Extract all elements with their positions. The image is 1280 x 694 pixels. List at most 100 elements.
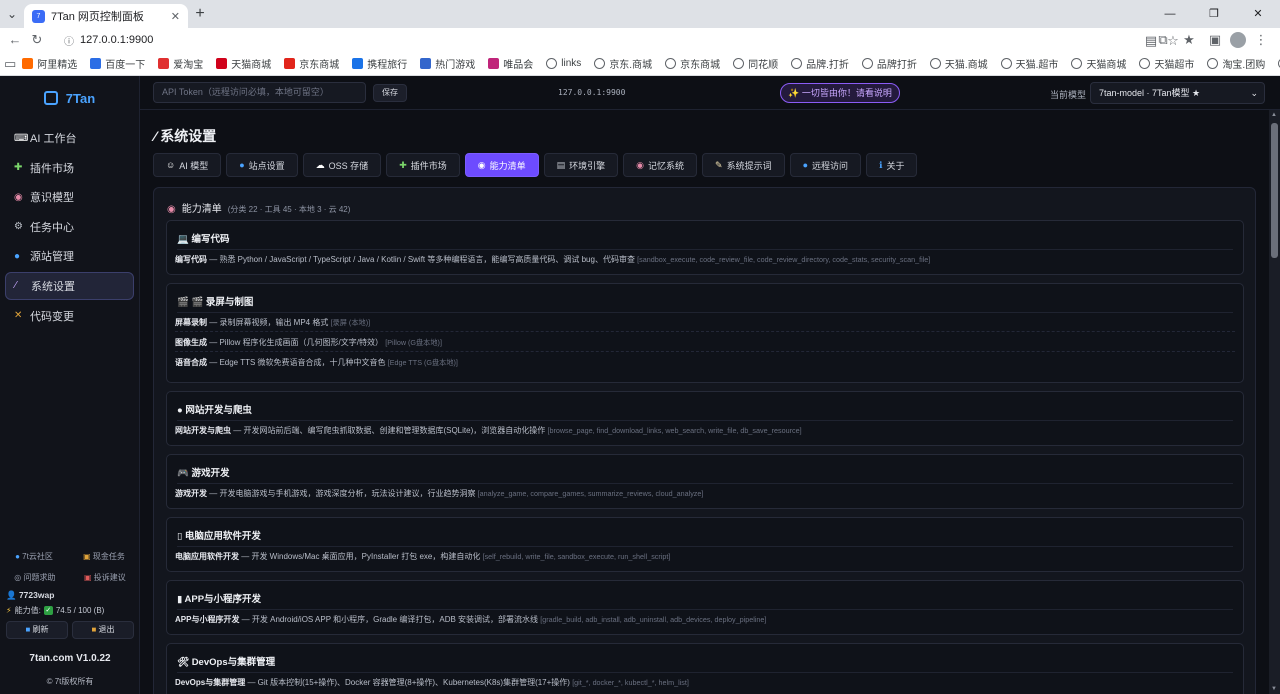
page-title: ⁄ 系统设置 — [154, 128, 217, 144]
tab-icon: ℹ — [879, 159, 883, 170]
scroll-down-icon[interactable]: ▼ — [1271, 686, 1277, 692]
category-title: ▯ 电脑应用软件开发 — [177, 531, 261, 542]
scrollbar[interactable]: ▲ ▼ — [1269, 110, 1280, 694]
bookmark-item[interactable]: 京东商城 — [665, 56, 720, 71]
sidebar-item-1[interactable]: ✚ 插件市场 — [5, 154, 134, 182]
category-divider — [177, 609, 1233, 610]
bookmark-item[interactable]: 同花顺 — [733, 56, 778, 71]
bookmark-item[interactable]: 天猫.超市 — [1000, 56, 1058, 71]
browser-tab[interactable]: 7 7Tan 网页控制面板 ✕ — [24, 4, 188, 28]
tab-label: OSS 存储 — [328, 160, 369, 171]
sidebar-item-3[interactable]: ⚙ 任务中心 — [5, 213, 134, 241]
sidebar-item-label: AI 工作台 — [30, 133, 77, 145]
bookmark-item[interactable]: 百度一下 — [90, 56, 145, 71]
bookmark-label: 淘宝.团购 — [1222, 60, 1266, 71]
tab-search-icon[interactable]: ⌄ — [2, 5, 22, 23]
scroll-up-icon[interactable]: ▲ — [1271, 112, 1277, 118]
scroll-thumb[interactable] — [1271, 123, 1278, 258]
bookmark-label: 爱淘宝 — [173, 60, 204, 71]
bookmark-item[interactable]: 爱淘宝 — [158, 56, 203, 71]
reload-icon[interactable]: ↻ — [26, 29, 48, 51]
bookmark-icon — [1207, 58, 1219, 69]
tab-1[interactable]: ● 站点设置 — [226, 153, 298, 177]
sidebar-item-label: 意识模型 — [30, 192, 74, 205]
tab-6[interactable]: ◉ 记忆系统 — [623, 153, 698, 177]
feedback-link[interactable]: ▣ 投诉建议 — [84, 572, 126, 583]
capability-category: ● 网站开发与爬虫 网站开发与爬虫 — 开发网站前后端、编写爬虫抓取数据、创建和管… — [166, 391, 1244, 446]
tab-label: 插件市场 — [410, 160, 447, 171]
collections-icon[interactable]: ▣ — [1204, 29, 1226, 51]
close-window-icon[interactable]: ✕ — [1236, 0, 1280, 28]
category-title: ▮ APP与小程序开发 — [177, 594, 262, 605]
profile-avatar[interactable] — [1230, 32, 1246, 48]
minimize-icon[interactable]: — — [1148, 0, 1192, 28]
bookmark-item[interactable]: 京东商城 — [284, 56, 339, 71]
sidebar-item-4[interactable]: ● 源站管理 — [5, 242, 134, 270]
tab-7[interactable]: ✎ 系统提示词 — [702, 153, 785, 177]
bookmark-item[interactable]: 天猫商城 — [1071, 56, 1126, 71]
tab-3[interactable]: ✚ 插件市场 — [386, 153, 460, 177]
bookmark-item[interactable]: 天猫超市 — [1139, 56, 1194, 71]
category-title: 🎬 🎬 录屏与制图 — [177, 297, 254, 308]
tab-4[interactable]: ◉ 能力清单 — [464, 153, 539, 177]
cash-task-link[interactable]: ▣ 现金任务 — [83, 551, 125, 562]
bookmark-item[interactable]: 品牌.打折 — [791, 56, 849, 71]
bookmarks-toggle-icon[interactable]: ▭ — [4, 53, 16, 75]
bookmark-item[interactable]: links — [546, 58, 581, 69]
category-title: 🎮 游戏开发 — [177, 468, 230, 479]
close-tab-icon[interactable]: ✕ — [171, 10, 180, 23]
tab-0[interactable]: ☺ AI 模型 — [153, 153, 222, 177]
host-address: 127.0.0.1:9900 — [558, 88, 626, 97]
sidebar-item-0[interactable]: ⌨ AI 工作台 — [5, 124, 134, 152]
capability-panel: ◉ 能力清单 (分类 22 · 工具 45 · 本地 3 · 云 42) 💻 编… — [153, 187, 1256, 694]
bookmark-item[interactable]: 淘宝.团购 — [1207, 56, 1265, 71]
logout-button[interactable]: ■ 退出 — [72, 621, 134, 639]
bookmark-item[interactable]: 携程旅行 — [352, 56, 407, 71]
sidebar-item-label: 插件市场 — [30, 162, 74, 175]
refresh-button[interactable]: ■ 刷新 — [6, 621, 68, 639]
sidebar-item-6[interactable]: ✕ 代码变更 — [5, 302, 134, 330]
api-token-input[interactable]: API Token（远程访问必填，本地可留空） — [153, 82, 366, 103]
tab-label: 关于 — [886, 160, 905, 171]
extensions-icon[interactable]: ⧉ — [1152, 29, 1174, 51]
capability-item: 屏幕录制 — 录制屏幕视频，输出 MP4 格式 [录屏 (本地)] — [175, 317, 1235, 332]
tab-8[interactable]: ● 远程访问 — [789, 153, 862, 177]
maximize-icon[interactable]: ❐ — [1192, 0, 1236, 28]
sidebar-item-2[interactable]: ◉ 意识模型 — [5, 183, 134, 211]
bookmark-item[interactable]: 品牌打折 — [861, 56, 917, 71]
bookmark-item[interactable]: 京东.商城 — [594, 56, 652, 71]
community-link[interactable]: ● 7t云社区 — [15, 551, 53, 562]
model-select[interactable]: 7tan-model · 7Tan模型 ★ ⌄ — [1090, 82, 1265, 104]
menu-icon[interactable]: ⋮ — [1250, 29, 1272, 51]
bookmark-label: links — [561, 58, 582, 69]
save-token-button[interactable]: 保存 — [373, 84, 407, 102]
bookmark-item[interactable]: 唯品会 — [488, 56, 533, 71]
tab-label: 环境引擎 — [569, 160, 606, 171]
bookmark-item[interactable]: 天猫商城 — [216, 56, 271, 71]
back-icon[interactable]: ← — [4, 29, 26, 51]
tab-2[interactable]: ☁ OSS 存储 — [302, 153, 382, 177]
help-link[interactable]: ◎ 问题求助 — [14, 572, 55, 583]
bookmark-item[interactable]: 阿里精选 — [22, 56, 77, 71]
tab-5[interactable]: ▤ 环境引擎 — [543, 153, 619, 177]
capability-name: 屏幕录制 — [175, 318, 207, 327]
copyright: © 7t版权所有 — [46, 677, 94, 686]
bookmark-item[interactable]: 热门游戏 — [420, 56, 475, 71]
bookmark-label: 阿里精选 — [37, 60, 78, 71]
tab-icon: ✎ — [715, 159, 723, 170]
browser-chrome: ⌄ 7 7Tan 网页控制面板 ✕ + — ❐ ✕ ← ↻ ⓘ 127.0.0.… — [0, 0, 1280, 76]
address-bar[interactable]: ⓘ 127.0.0.1:9900 ▤ ☆ — [64, 30, 1184, 50]
tab-title: 7Tan 网页控制面板 — [51, 11, 144, 23]
sidebar-item-5[interactable]: ⁄ 系统设置 — [5, 271, 134, 300]
site-info-icon[interactable]: ⓘ — [64, 33, 74, 48]
bookmark-item[interactable]: 天猫.商城 — [929, 56, 988, 71]
logo[interactable]: 7Tan — [0, 76, 139, 120]
favorites-icon[interactable]: ★ — [1178, 29, 1200, 51]
tab-9[interactable]: ℹ 关于 — [866, 153, 918, 177]
capability-category: ▮ APP与小程序开发 APP与小程序开发 — 开发 Android/iOS AP… — [166, 580, 1244, 635]
help-badge[interactable]: ✨ 一切皆由你！请看说明 — [780, 83, 900, 103]
capability-category: 💻 编写代码 编写代码 — 熟悉 Python / JavaScript / Ty… — [166, 220, 1244, 275]
capability-category: 🎬 🎬 录屏与制图屏幕录制 — 录制屏幕视频，输出 MP4 格式 [录屏 (本地… — [166, 283, 1244, 383]
new-tab-icon[interactable]: + — [190, 5, 210, 23]
capability-tools: [录屏 (本地)] — [330, 318, 371, 327]
